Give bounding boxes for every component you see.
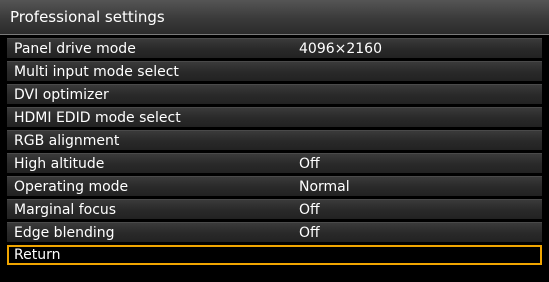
menu-item-label: RGB alignment [14,133,120,149]
menu-title: Professional settings [10,8,165,26]
menu-item-panel-drive-mode[interactable]: Panel drive mode 4096×2160 [7,38,542,58]
menu-item-label: Marginal focus [14,202,117,218]
menu-item-label: High altitude [14,156,105,172]
menu-item-value: 4096×2160 [299,41,382,57]
menu-item-hdmi-edid-mode-select[interactable]: HDMI EDID mode select [7,107,542,127]
menu-title-bar: Professional settings [0,0,549,35]
menu-item-label: Edge blending [14,225,115,241]
menu-item-value: Off [299,156,320,172]
menu-item-edge-blending[interactable]: Edge blending Off [7,222,542,242]
menu-item-high-altitude[interactable]: High altitude Off [7,153,542,173]
professional-settings-menu: Professional settings Panel drive mode 4… [0,0,549,282]
menu-item-label: Multi input mode select [14,64,179,80]
menu-item-marginal-focus[interactable]: Marginal focus Off [7,199,542,219]
menu-item-list: Panel drive mode 4096×2160 Multi input m… [7,38,542,268]
menu-item-multi-input-mode-select[interactable]: Multi input mode select [7,61,542,81]
menu-item-value: Off [299,225,320,241]
menu-item-value: Normal [299,179,350,195]
menu-item-label: Operating mode [14,179,129,195]
menu-item-return[interactable]: Return [7,245,542,265]
menu-item-label: Panel drive mode [14,41,136,57]
menu-item-label: DVI optimizer [14,87,109,103]
menu-item-dvi-optimizer[interactable]: DVI optimizer [7,84,542,104]
menu-item-rgb-alignment[interactable]: RGB alignment [7,130,542,150]
menu-item-label: HDMI EDID mode select [14,110,181,126]
menu-item-label: Return [14,247,61,263]
menu-item-value: Off [299,202,320,218]
menu-item-operating-mode[interactable]: Operating mode Normal [7,176,542,196]
